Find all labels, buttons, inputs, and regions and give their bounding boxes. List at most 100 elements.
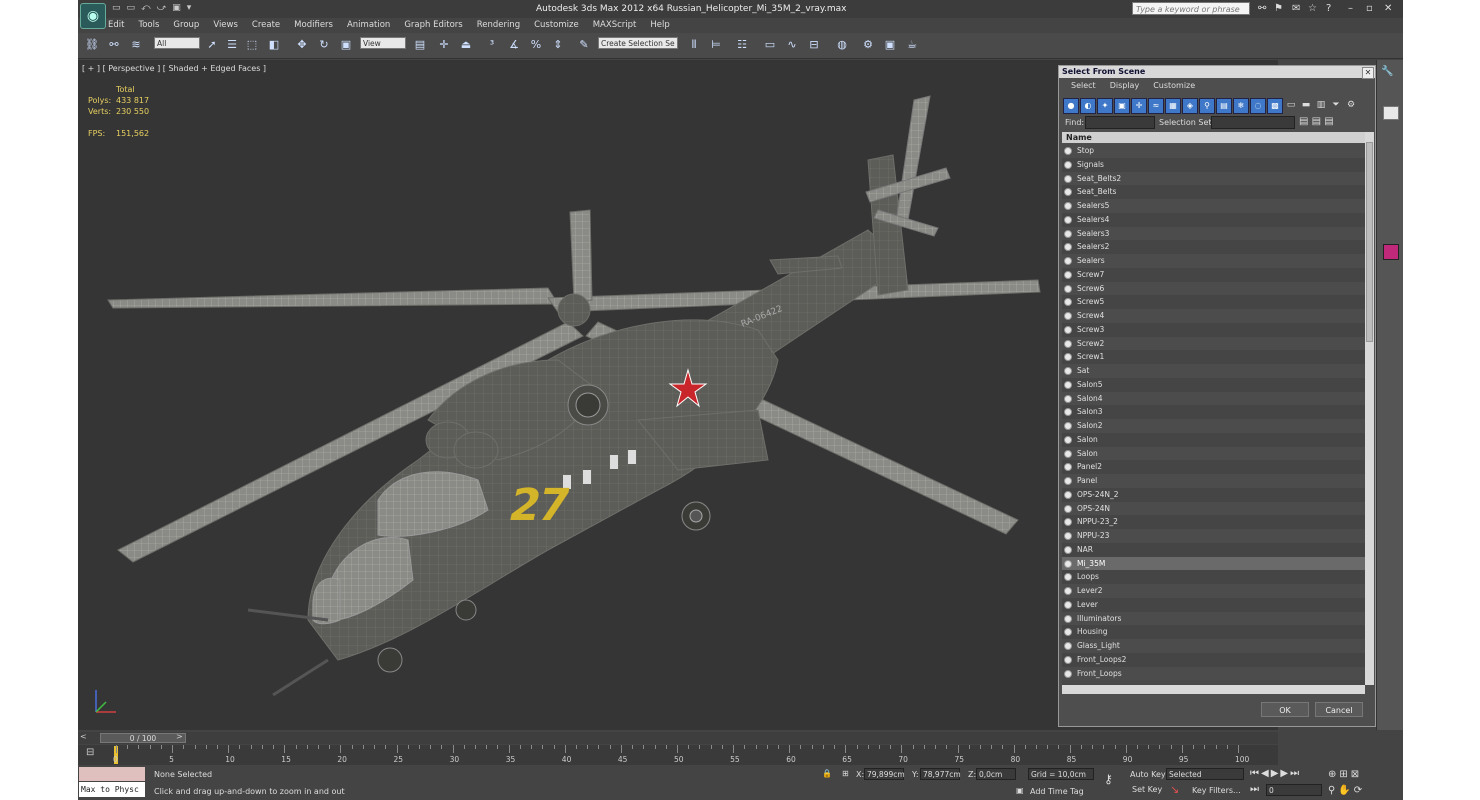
menu-create[interactable]: Create xyxy=(252,18,280,32)
curve-editor-icon[interactable]: ∿ xyxy=(784,37,800,53)
list-item[interactable]: Seat_Belts2 xyxy=(1062,171,1365,186)
dialog-menu-customize[interactable]: Customize xyxy=(1153,81,1195,90)
scale-icon[interactable]: ▣ xyxy=(338,37,354,53)
named-selection-dropdown[interactable]: Create Selection Se xyxy=(598,37,678,49)
menu-help[interactable]: Help xyxy=(650,18,669,32)
absolute-mode-icon[interactable]: ⊞ xyxy=(842,769,849,778)
list-item[interactable]: Lever xyxy=(1062,597,1365,612)
display-shapes-icon[interactable]: ◐ xyxy=(1080,98,1096,114)
list-item[interactable]: NPPU-23 xyxy=(1062,529,1365,543)
display-groups-icon[interactable]: ▦ xyxy=(1165,98,1181,114)
time-next-icon[interactable]: > xyxy=(176,732,183,741)
display-containers-icon[interactable]: ▤ xyxy=(1216,98,1232,114)
binoculars-icon[interactable]: ⚯ xyxy=(1258,3,1266,14)
list-item[interactable]: Signals xyxy=(1062,157,1365,172)
list-item[interactable]: Screw6 xyxy=(1062,281,1365,296)
x-coordinate-field[interactable]: 79,899cm xyxy=(864,768,905,780)
list-item[interactable]: Stop xyxy=(1062,144,1365,158)
display-cameras-icon[interactable]: ▣ xyxy=(1114,98,1130,114)
list-item[interactable]: Salon4 xyxy=(1062,391,1365,406)
rendered-frame-window-icon[interactable]: ▣ xyxy=(882,37,898,53)
add-time-tag-icon[interactable]: ▣ xyxy=(1016,786,1024,795)
maximize-icon[interactable]: ▫ xyxy=(1366,3,1373,14)
schematic-view-icon[interactable]: ⊟ xyxy=(806,37,822,53)
percent-snap-icon[interactable]: % xyxy=(528,37,544,53)
menu-animation[interactable]: Animation xyxy=(347,18,390,32)
keyboard-shortcut-icon[interactable]: ⏏ xyxy=(458,37,474,53)
list-item[interactable]: Glass_Light xyxy=(1062,639,1365,653)
list-item[interactable]: Sat xyxy=(1062,364,1365,378)
render-production-icon[interactable]: ☕ xyxy=(904,37,920,53)
list-item[interactable]: Sealers5 xyxy=(1062,199,1365,213)
list-item[interactable]: Sealers2 xyxy=(1062,240,1365,254)
filter-options-icon[interactable]: ⚙ xyxy=(1344,98,1358,112)
spinner-snap-icon[interactable]: ⇕ xyxy=(550,37,566,53)
dialog-menu-display[interactable]: Display xyxy=(1110,81,1140,90)
select-by-name-icon[interactable]: ☰ xyxy=(224,37,240,53)
list-item[interactable]: Loops xyxy=(1062,570,1365,584)
display-lights-icon[interactable]: ✦ xyxy=(1097,98,1113,114)
viewport-nav-icons[interactable]: ⊕⊞⊠ xyxy=(1328,769,1362,780)
list-item[interactable]: Lever2 xyxy=(1062,584,1365,598)
pan-orbit-icons[interactable]: ⚲✋⟳ xyxy=(1328,785,1365,796)
bind-spacewarp-icon[interactable]: ≋ xyxy=(128,37,144,53)
time-slider[interactable]: < 0 / 100 > xyxy=(78,732,1278,744)
select-object-icon[interactable]: ➚ xyxy=(204,37,220,53)
display-xrefs-icon[interactable]: ◈ xyxy=(1182,98,1198,114)
dialog-close-button[interactable]: ✕ xyxy=(1362,67,1374,79)
move-icon[interactable]: ✥ xyxy=(294,37,310,53)
selection-set-tools-icon[interactable]: ▤ ▤ ▤ xyxy=(1299,116,1334,127)
list-item[interactable]: Panel xyxy=(1062,474,1365,488)
list-item[interactable]: Seat_Belts xyxy=(1062,185,1365,199)
list-item[interactable]: Housing xyxy=(1062,625,1365,639)
list-item[interactable]: Mi_35M xyxy=(1062,556,1365,571)
mini-curve-editor-icon[interactable]: ⊟ xyxy=(86,747,94,758)
subscription-icon[interactable]: ⚑ xyxy=(1274,3,1283,14)
unlink-icon[interactable]: ⚯ xyxy=(106,37,122,53)
current-frame-field[interactable]: 0 xyxy=(1266,784,1322,796)
key-icon[interactable]: ⚷ xyxy=(1104,772,1113,786)
command-panel[interactable]: 🔧 xyxy=(1376,60,1403,730)
list-item[interactable]: Screw4 xyxy=(1062,309,1365,323)
list-item[interactable]: Salon xyxy=(1062,446,1365,461)
list-item[interactable]: Sealers3 xyxy=(1062,226,1365,241)
angle-snap-icon[interactable]: ∡ xyxy=(506,37,522,53)
menu-customize[interactable]: Customize xyxy=(534,18,579,32)
auto-key-button[interactable]: Auto Key xyxy=(1130,770,1166,779)
help-icon[interactable]: ? xyxy=(1326,3,1331,14)
display-geometry-icon[interactable]: ● xyxy=(1063,98,1079,114)
graphite-modeling-icon[interactable]: ▭ xyxy=(762,37,778,53)
key-mode-dropdown[interactable]: Selected xyxy=(1166,768,1244,780)
list-item[interactable]: Screw2 xyxy=(1062,336,1365,351)
layer-manager-icon[interactable]: ☷ xyxy=(734,37,750,53)
list-item[interactable]: Panel2 xyxy=(1062,460,1365,474)
list-item[interactable]: Screw5 xyxy=(1062,295,1365,309)
menu-group[interactable]: Group xyxy=(173,18,199,32)
display-hidden-icon[interactable]: ◌ xyxy=(1250,98,1266,114)
reference-coordinate-dropdown[interactable]: View xyxy=(360,37,406,49)
add-time-tag[interactable]: Add Time Tag xyxy=(1030,787,1084,796)
list-item[interactable]: Salon2 xyxy=(1062,419,1365,433)
quick-access-toolbar[interactable]: ▭▭⤺⤻▣▾ xyxy=(112,3,197,13)
communication-icon[interactable]: ✉ xyxy=(1292,3,1300,14)
list-item[interactable]: NPPU-23_2 xyxy=(1062,515,1365,529)
align-icon[interactable]: ⊨ xyxy=(708,37,724,53)
list-item[interactable]: Salon5 xyxy=(1062,377,1365,392)
list-item[interactable]: Illuminators xyxy=(1062,611,1365,626)
key-filter-icon[interactable]: ↘ xyxy=(1170,783,1179,796)
search-input[interactable]: Type a keyword or phrase xyxy=(1132,2,1250,15)
key-filters-button[interactable]: Key Filters... xyxy=(1192,786,1241,795)
list-item[interactable]: Screw1 xyxy=(1062,350,1365,364)
favorites-icon[interactable]: ☆ xyxy=(1308,3,1317,14)
list-item[interactable]: OPS-24N xyxy=(1062,501,1365,516)
close-icon[interactable]: ✕ xyxy=(1384,3,1392,14)
list-item[interactable]: Salon3 xyxy=(1062,405,1365,419)
menu-graph-editors[interactable]: Graph Editors xyxy=(404,18,462,32)
set-key-button[interactable]: Set Key xyxy=(1132,785,1162,794)
mirror-icon[interactable]: ⫴ xyxy=(686,37,702,53)
list-item[interactable]: Sealers4 xyxy=(1062,212,1365,227)
display-frozen-icon[interactable]: ❄ xyxy=(1233,98,1249,114)
maxscript-listener[interactable] xyxy=(79,767,145,781)
render-setup-icon[interactable]: ⚙ xyxy=(860,37,876,53)
window-crossing-icon[interactable]: ◧ xyxy=(266,37,282,53)
